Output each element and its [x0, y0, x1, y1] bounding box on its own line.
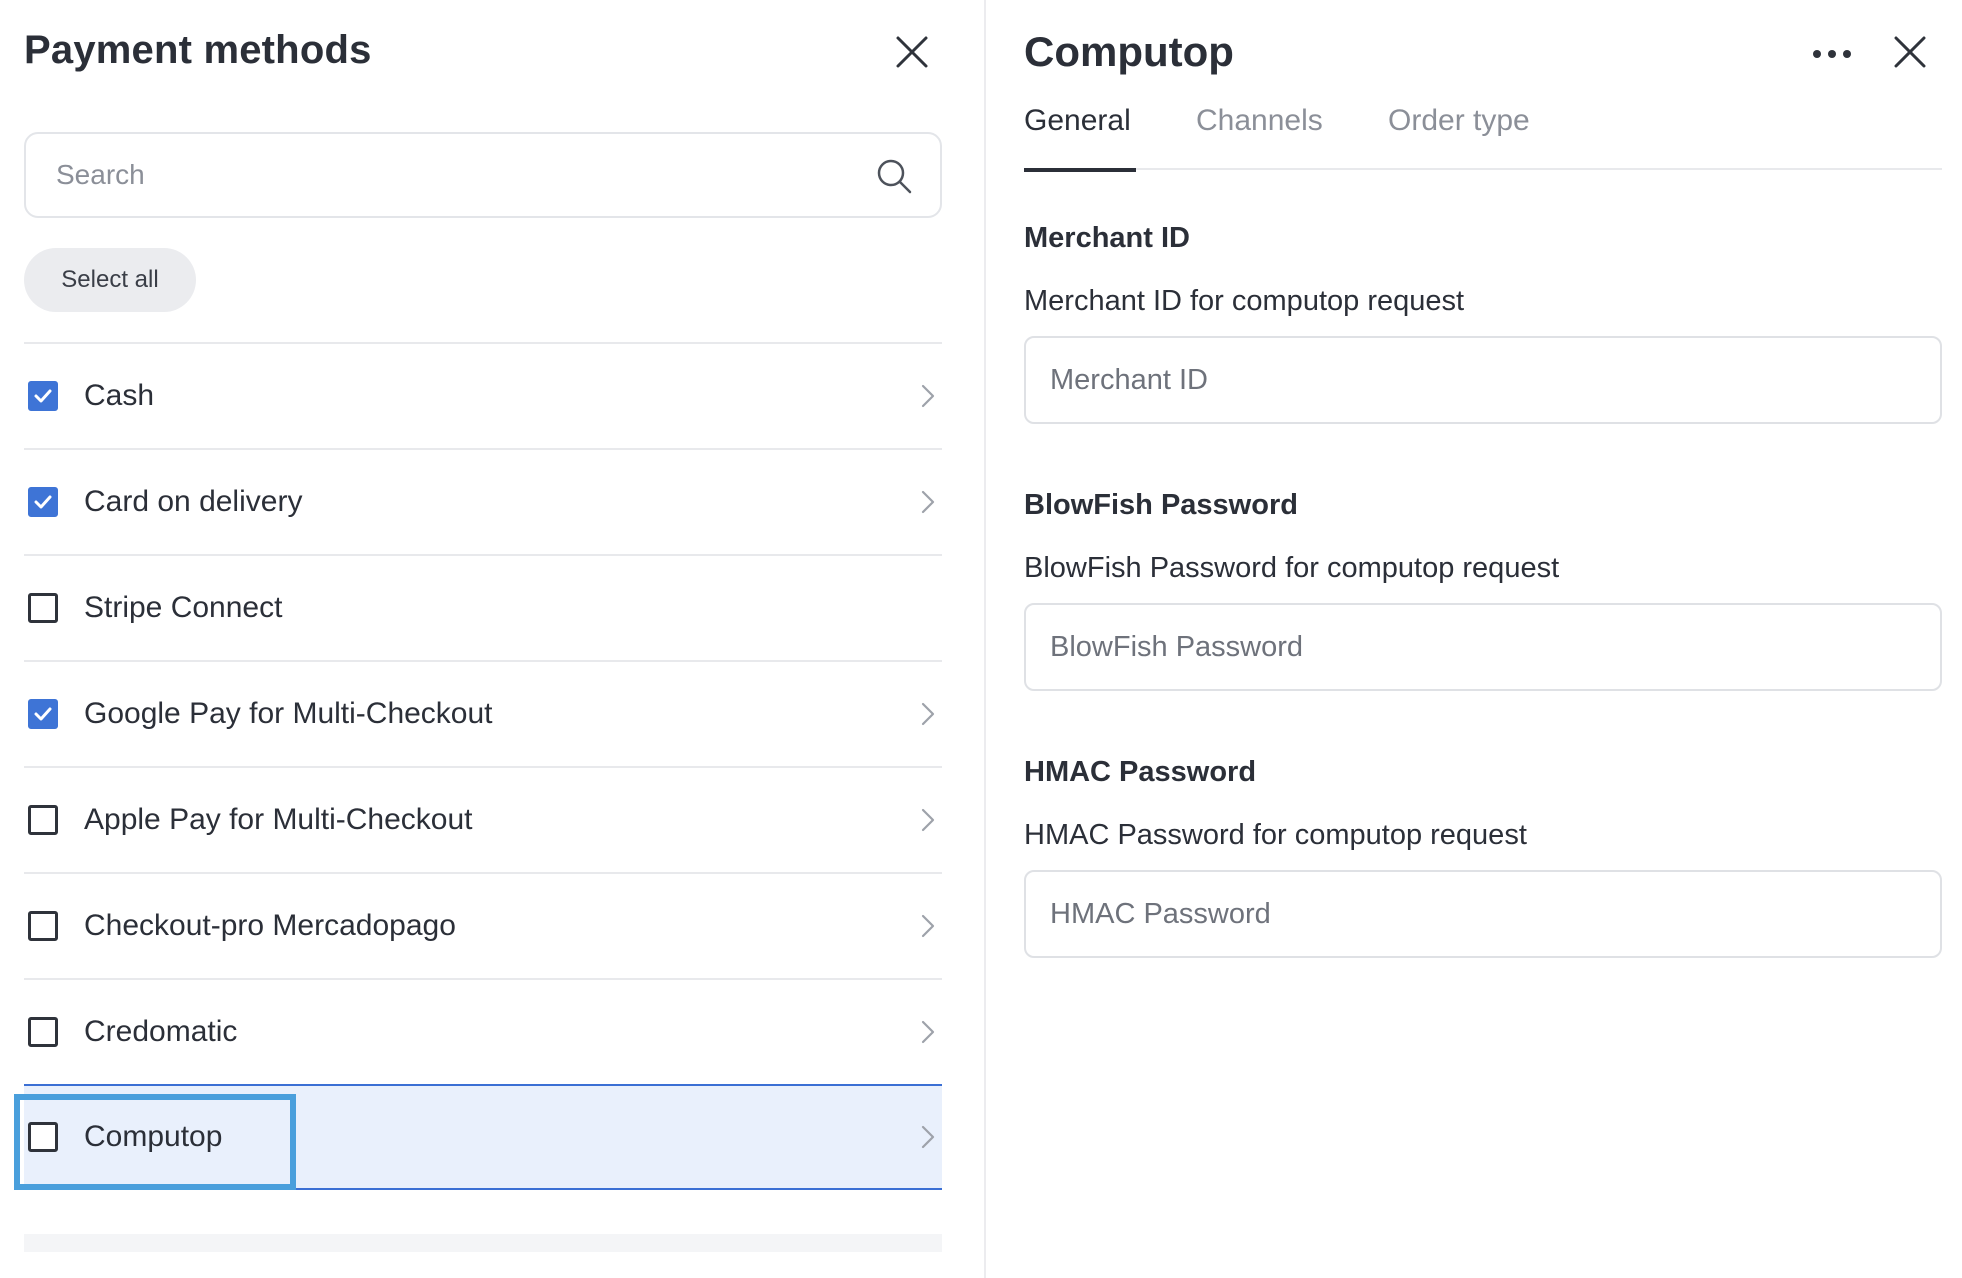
merchant-id-field: [1024, 336, 1942, 424]
chevron-right-icon: [921, 808, 935, 832]
close-payment-methods-button[interactable]: [890, 30, 934, 74]
more-options-button[interactable]: [1808, 34, 1856, 74]
payment-method-row[interactable]: Cash: [24, 342, 942, 448]
field-description: BlowFish Password for computop request: [1024, 552, 1560, 584]
method-detail-panel: Computop General Channels Order type Mer…: [986, 0, 1962, 1278]
chevron-right-icon: [921, 914, 935, 938]
tab-general[interactable]: General: [1024, 104, 1136, 172]
payment-method-label: Credomatic: [84, 1015, 238, 1048]
payment-method-row[interactable]: Credomatic: [24, 978, 942, 1084]
field-description: Merchant ID for computop request: [1024, 285, 1465, 317]
merchant-id-input[interactable]: [1026, 338, 1940, 422]
check-icon: [34, 495, 52, 509]
detail-title: Computop: [1024, 28, 1234, 75]
close-icon: [1894, 36, 1926, 68]
payment-method-label: Computop: [84, 1120, 223, 1153]
search-field: [24, 132, 942, 218]
field-description: HMAC Password for computop request: [1024, 819, 1527, 851]
active-tab-indicator: [1024, 168, 1136, 172]
payment-method-label: Card on delivery: [84, 485, 303, 518]
payment-method-label: Cash: [84, 379, 155, 412]
payment-method-checkbox[interactable]: [28, 699, 58, 729]
tab-channels[interactable]: Channels: [1196, 104, 1323, 170]
detail-tabs: General Channels Order type: [1024, 104, 1942, 172]
payment-method-row[interactable]: Computop: [24, 1084, 942, 1190]
payment-method-row[interactable]: Google Pay for Multi-Checkout: [24, 660, 942, 766]
payment-method-checkbox[interactable]: [28, 487, 58, 517]
hmac-password-section: HMAC Password HMAC Password for computop…: [1024, 756, 1942, 958]
search-input[interactable]: [26, 134, 846, 216]
list-footer-placeholder: [24, 1234, 942, 1252]
blowfish-password-input[interactable]: [1026, 605, 1940, 689]
tab-label: Channels: [1196, 104, 1323, 137]
close-icon: [896, 36, 928, 68]
chevron-right-icon: [921, 490, 935, 514]
payment-method-row[interactable]: Stripe Connect: [24, 554, 942, 660]
field-heading: Merchant ID: [1024, 222, 1190, 254]
payment-method-checkbox[interactable]: [28, 1017, 58, 1047]
tab-label: Order type: [1388, 104, 1530, 137]
payment-method-list: Cash Card on delivery Stripe Connect Google…: [24, 342, 942, 1190]
panel-title: Payment methods: [24, 28, 372, 72]
field-heading: HMAC Password: [1024, 756, 1257, 788]
merchant-id-section: Merchant ID Merchant ID for computop req…: [1024, 222, 1942, 424]
select-all-button[interactable]: Select all: [24, 248, 196, 312]
chevron-right-icon: [921, 384, 935, 408]
payment-method-label: Apple Pay for Multi-Checkout: [84, 803, 473, 836]
chevron-right-icon: [921, 1020, 935, 1044]
payment-method-checkbox[interactable]: [28, 805, 58, 835]
payment-method-label: Checkout-pro Mercadopago: [84, 909, 456, 942]
payment-methods-panel: Payment methods Select all Cash Card on d…: [0, 0, 984, 1278]
hmac-password-field: [1024, 870, 1942, 958]
check-icon: [34, 707, 52, 721]
hmac-password-input[interactable]: [1026, 872, 1940, 956]
payment-method-checkbox[interactable]: [28, 1122, 58, 1152]
chevron-right-icon: [921, 1125, 935, 1149]
tab-label: General: [1024, 104, 1131, 137]
blowfish-password-field: [1024, 603, 1942, 691]
search-icon[interactable]: [874, 156, 914, 196]
payment-method-row[interactable]: Checkout-pro Mercadopago: [24, 872, 942, 978]
close-detail-button[interactable]: [1888, 30, 1932, 74]
payment-method-checkbox[interactable]: [28, 381, 58, 411]
payment-method-checkbox[interactable]: [28, 593, 58, 623]
payment-method-label: Google Pay for Multi-Checkout: [84, 697, 493, 730]
payment-method-label: Stripe Connect: [84, 591, 283, 624]
field-heading: BlowFish Password: [1024, 489, 1298, 521]
payment-method-checkbox[interactable]: [28, 911, 58, 941]
blowfish-password-section: BlowFish Password BlowFish Password for …: [1024, 489, 1942, 691]
tab-order-type[interactable]: Order type: [1388, 104, 1530, 170]
more-horizontal-icon: [1813, 50, 1851, 58]
check-icon: [34, 389, 52, 403]
chevron-right-icon: [921, 702, 935, 726]
payment-method-row[interactable]: Apple Pay for Multi-Checkout: [24, 766, 942, 872]
payment-method-row[interactable]: Card on delivery: [24, 448, 942, 554]
